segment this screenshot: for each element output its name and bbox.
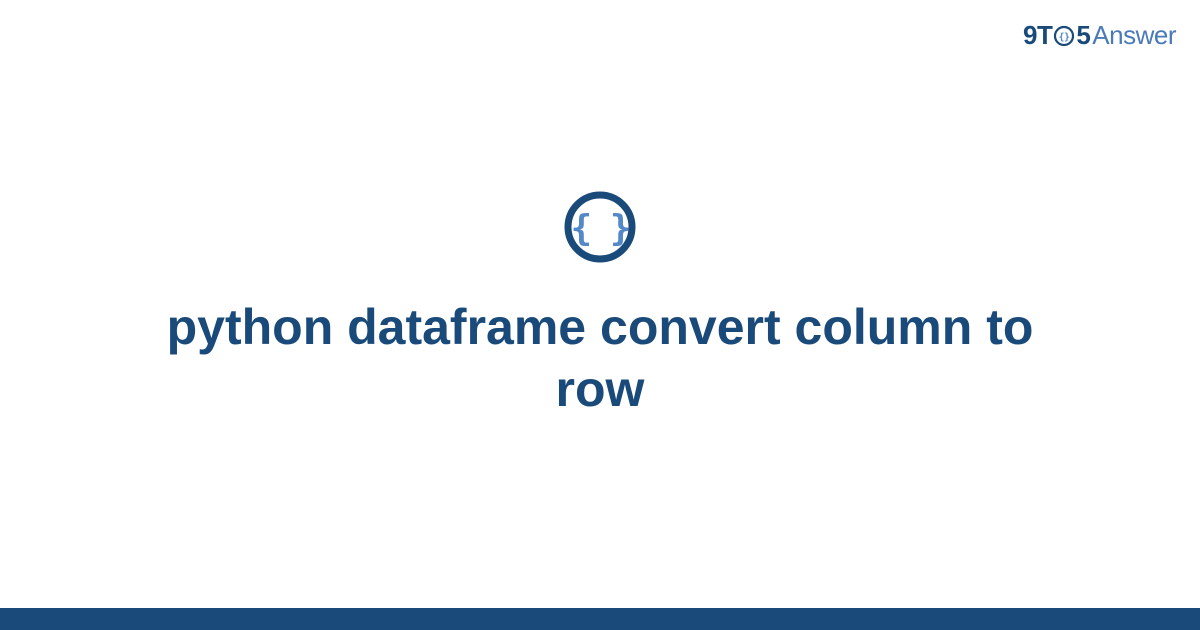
- page-title: python dataframe convert column to row: [100, 296, 1100, 421]
- svg-text:{ }: { }: [570, 208, 629, 249]
- footer-bar: [0, 608, 1200, 630]
- content-wrapper: { } python dataframe convert column to r…: [0, 0, 1200, 610]
- code-braces-icon: { }: [563, 190, 637, 264]
